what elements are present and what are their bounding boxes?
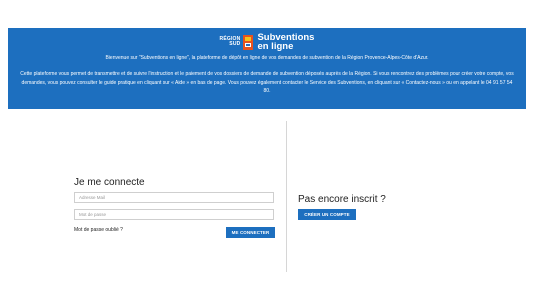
region-logo-text: RÉGION SUD (220, 36, 241, 48)
login-title: Je me connecte (74, 177, 145, 188)
login-button[interactable]: ME CONNECTER (226, 227, 275, 238)
password-input[interactable] (74, 209, 274, 220)
header-banner: RÉGION SUD Subventions en ligne Bienvenu… (8, 28, 526, 109)
signup-title: Pas encore inscrit ? (298, 194, 386, 205)
column-divider (286, 121, 287, 272)
app-name-line2: en ligne (257, 41, 294, 52)
app-name: Subventions en ligne (257, 33, 314, 52)
create-account-button[interactable]: CRÉER UN COMPTE (298, 209, 356, 220)
email-input[interactable] (74, 192, 274, 203)
welcome-text: Bienvenue sur "Subventions en ligne", la… (105, 55, 429, 61)
forgot-password-link[interactable]: Mot de passe oublié ? (74, 227, 123, 233)
region-emblem-icon (243, 34, 254, 50)
description-text: Cette plateforme vous permet de transmet… (20, 71, 514, 94)
region-logo-line2: SUD (229, 41, 241, 47)
logo: RÉGION SUD Subventions en ligne (8, 31, 526, 53)
